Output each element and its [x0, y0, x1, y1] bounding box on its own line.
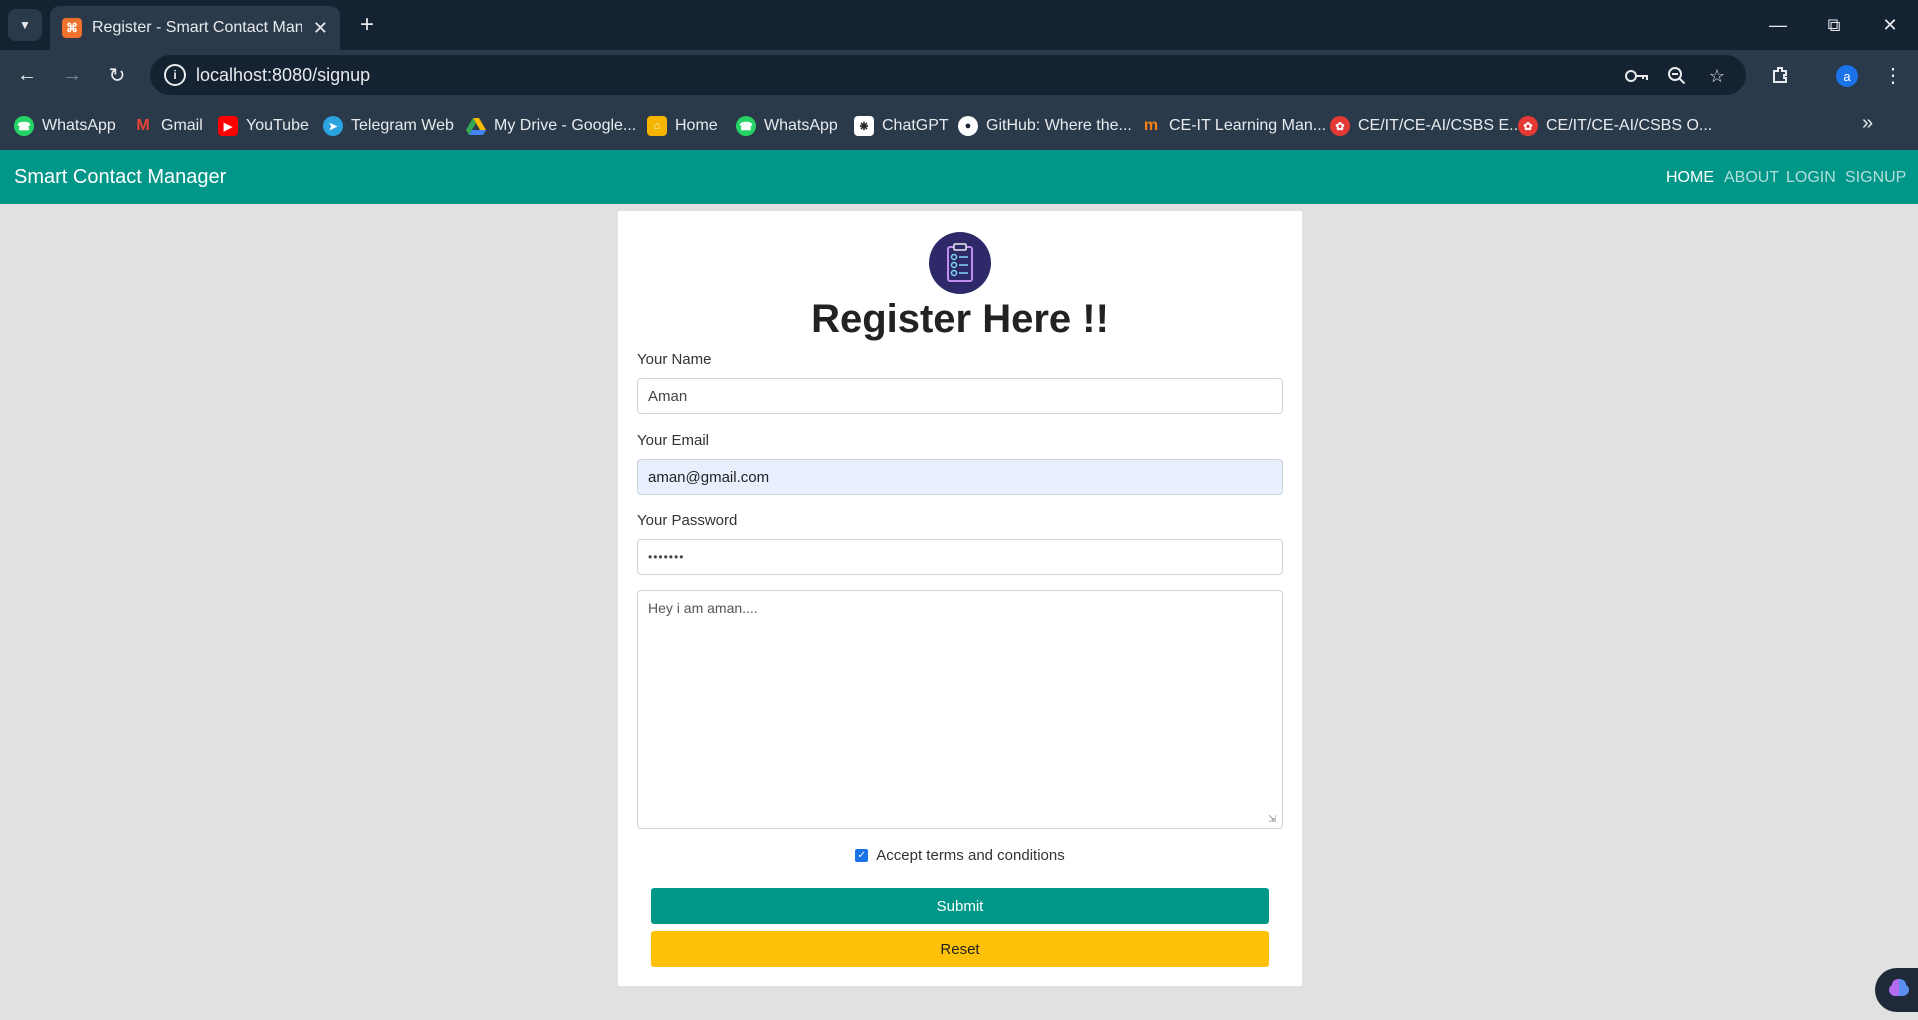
password-label: Your Password — [637, 512, 738, 529]
google-drive-icon — [466, 116, 486, 136]
password-key-icon[interactable] — [1624, 63, 1650, 89]
moodle-icon: m — [1143, 117, 1159, 134]
submit-button[interactable]: Submit — [651, 888, 1269, 924]
floating-extension-button[interactable] — [1875, 968, 1918, 1012]
nav-about[interactable]: ABOUT — [1724, 169, 1779, 187]
bookmark-star-icon[interactable]: ☆ — [1704, 63, 1730, 89]
back-arrow-icon[interactable]: ← — [10, 58, 44, 92]
bookmark-google-drive[interactable]: My Drive - Google... — [466, 115, 636, 137]
close-tab-icon[interactable]: ✕ — [313, 18, 328, 39]
bookmark-college-1[interactable]: ✿ CE/IT/CE-AI/CSBS E... — [1330, 115, 1522, 137]
register-card: Register Here !! Your Name Aman Your Ema… — [618, 211, 1302, 986]
url-text[interactable]: localhost:8080/signup — [196, 65, 370, 86]
telegram-icon: ➤ — [323, 116, 343, 136]
tab-search-button[interactable]: ▼ — [8, 9, 42, 41]
email-label: Your Email — [637, 432, 709, 449]
app-navbar: Smart Contact Manager HOME ABOUT LOGIN S… — [0, 150, 1918, 204]
resize-handle-icon[interactable]: ⇲ — [1268, 814, 1280, 826]
gmail-icon: M — [136, 117, 150, 134]
forward-arrow-icon[interactable]: → — [55, 58, 89, 92]
chatgpt-icon: ❋ — [854, 116, 874, 136]
home-icon: ⌂ — [647, 116, 667, 136]
college-icon: ✿ — [1518, 116, 1538, 136]
bookmark-moodle[interactable]: m CE-IT Learning Man... — [1141, 115, 1326, 137]
bookmark-youtube[interactable]: ▶ YouTube — [218, 115, 309, 137]
tab-title: Register - Smart Contact Manag — [92, 19, 302, 36]
email-input[interactable]: aman@gmail.com — [637, 459, 1283, 495]
college-icon: ✿ — [1330, 116, 1350, 136]
bookmarks-bar: ☎ WhatsApp M Gmail ▶ YouTube ➤ Telegram Web … — [0, 100, 1918, 150]
github-icon: ● — [958, 116, 978, 136]
whatsapp-icon: ☎ — [736, 116, 756, 136]
minimize-icon[interactable]: — — [1758, 8, 1798, 42]
bookmark-home[interactable]: ⌂ Home — [647, 115, 718, 137]
more-bookmarks-icon[interactable]: » — [1862, 112, 1873, 135]
youtube-icon: ▶ — [218, 116, 238, 136]
name-label: Your Name — [637, 351, 712, 368]
nav-login[interactable]: LOGIN — [1786, 169, 1836, 187]
brand-link[interactable]: Smart Contact Manager — [14, 166, 226, 189]
terms-checkbox[interactable]: ✓ — [855, 849, 869, 862]
bookmark-telegram[interactable]: ➤ Telegram Web — [323, 115, 454, 137]
password-input[interactable]: ••••••• — [637, 539, 1283, 575]
name-input[interactable]: Aman — [637, 378, 1283, 414]
terms-row: ✓ Accept terms and conditions — [618, 847, 1302, 864]
page-title: Register Here !! — [811, 297, 1109, 341]
bookmark-gmail[interactable]: M Gmail — [133, 115, 202, 137]
restore-icon[interactable]: ⧉ — [1814, 8, 1854, 42]
bookmark-github[interactable]: ● GitHub: Where the... — [958, 115, 1132, 137]
profile-avatar[interactable]: a — [1836, 65, 1858, 87]
terms-label[interactable]: Accept terms and conditions — [876, 847, 1064, 864]
brain-icon — [1887, 977, 1911, 1004]
browser-toolbar: ← → ↻ i localhost:8080/signup ☆ a ⋮ — [0, 50, 1918, 100]
browser-titlebar: ▼ ⌘ Register - Smart Contact Manag ✕ + —… — [0, 0, 1918, 50]
bookmark-whatsapp-2[interactable]: ☎ WhatsApp — [736, 115, 838, 137]
reload-icon[interactable]: ↻ — [100, 58, 134, 92]
bookmark-chatgpt[interactable]: ❋ ChatGPT — [854, 115, 949, 137]
close-window-icon[interactable]: ✕ — [1870, 8, 1910, 42]
about-textarea[interactable]: Hey i am aman.... ⇲ — [637, 590, 1283, 829]
clipboard-checklist-icon — [929, 232, 991, 294]
new-tab-button[interactable]: + — [352, 10, 382, 40]
address-bar[interactable]: i localhost:8080/signup ☆ — [150, 55, 1746, 95]
browser-menu-icon[interactable]: ⋮ — [1878, 60, 1908, 90]
whatsapp-icon: ☎ — [14, 116, 34, 136]
reset-button[interactable]: Reset — [651, 931, 1269, 967]
bookmark-college-2[interactable]: ✿ CE/IT/CE-AI/CSBS O... — [1518, 115, 1712, 137]
browser-tab[interactable]: ⌘ Register - Smart Contact Manag ✕ — [50, 6, 340, 50]
xampp-icon: ⌘ — [62, 18, 82, 38]
nav-home[interactable]: HOME — [1666, 169, 1714, 187]
site-info-icon[interactable]: i — [164, 64, 186, 86]
zoom-icon[interactable] — [1664, 63, 1690, 89]
bookmark-whatsapp[interactable]: ☎ WhatsApp — [14, 115, 116, 137]
extensions-icon[interactable] — [1766, 60, 1796, 90]
nav-signup[interactable]: SIGNUP — [1845, 169, 1906, 187]
chevron-down-icon: ▼ — [19, 18, 31, 32]
